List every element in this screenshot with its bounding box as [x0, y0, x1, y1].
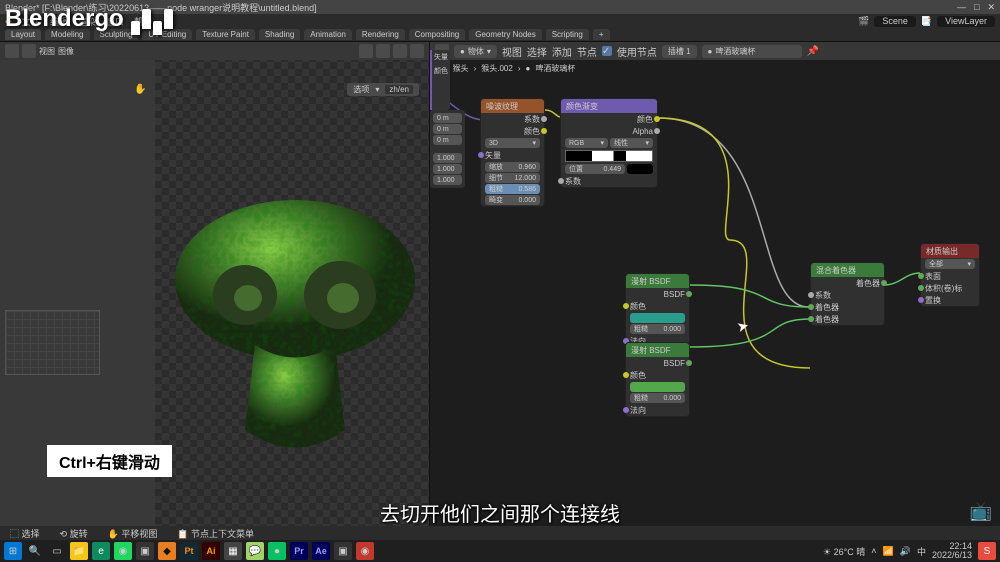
- image-editor-header: 视图 图像: [0, 42, 429, 60]
- diffuse2-color-swatch[interactable]: [630, 382, 685, 392]
- viewlayer-input[interactable]: ViewLayer: [937, 16, 995, 27]
- collapsed-node-panel[interactable]: 矢量 颜色: [430, 50, 450, 110]
- video-subtitle: 去切开他们之间那个连接线: [380, 498, 620, 527]
- terminal-icon[interactable]: ▣: [136, 542, 154, 560]
- tray-sound-icon[interactable]: 🔊: [900, 546, 911, 557]
- minimize-button[interactable]: —: [957, 2, 966, 13]
- material-selector[interactable]: ● 啤酒玻璃杯: [702, 45, 802, 58]
- substance-icon[interactable]: Pt: [180, 542, 198, 560]
- node-material-output[interactable]: 材质输出 全部▾ 表面 体积(卷)标 置换: [920, 243, 980, 307]
- hdr-btn-1[interactable]: [359, 44, 373, 58]
- side-stats-panel: 0 m 0 m 0 m 1.000 1.000 1.000: [430, 110, 465, 188]
- node-diffuse-bsdf-1[interactable]: 漫射 BSDF BSDF 颜色 粗糙0.000 法向: [625, 273, 690, 348]
- start-button[interactable]: ⊞: [4, 542, 22, 560]
- tray-network-icon[interactable]: 📶: [883, 546, 894, 557]
- scene-icon: 🎬: [858, 16, 869, 27]
- windows-taskbar[interactable]: ⊞ 🔍 ▭ 📁 e ◉ ▣ ◆ Pt Ai ▦ 💬 ● Pr Ae ▣ ◉ ☀ …: [0, 540, 1000, 562]
- tab-scripting[interactable]: Scripting: [546, 29, 589, 40]
- use-nodes-label: 使用节点: [617, 44, 657, 59]
- illustrator-icon[interactable]: Ai: [202, 542, 220, 560]
- app-icon-4[interactable]: ◉: [356, 542, 374, 560]
- node-diffuse-bsdf-2[interactable]: 漫射 BSDF BSDF 颜色 粗糙0.000 法向: [625, 342, 690, 417]
- tab-texture[interactable]: Texture Paint: [196, 29, 255, 40]
- bilibili-tv-icon: 📺: [970, 501, 992, 522]
- hdr-btn-3[interactable]: [393, 44, 407, 58]
- object-mode-dropdown[interactable]: ● 物体 ▾: [454, 45, 497, 58]
- hdr-btn-4[interactable]: [410, 44, 424, 58]
- node-mix-shader[interactable]: 混合着色器 着色器 系数 着色器 着色器: [810, 262, 885, 326]
- wechat-icon[interactable]: 💬: [246, 542, 264, 560]
- keyboard-hint-overlay: Ctrl+右键滑动: [47, 445, 172, 477]
- slot-dropdown[interactable]: 插槽 1: [662, 45, 697, 58]
- aftereffects-icon[interactable]: Ae: [312, 542, 330, 560]
- node-menu-node[interactable]: 节点: [577, 44, 597, 59]
- edge-icon[interactable]: e: [92, 542, 110, 560]
- tray-chevron-icon[interactable]: ˄: [871, 546, 876, 556]
- app-icon-2[interactable]: ●: [268, 542, 286, 560]
- tray-ime-icon[interactable]: 中: [917, 545, 926, 558]
- scene-name-input[interactable]: Scene: [874, 16, 916, 27]
- close-button[interactable]: ✕: [987, 2, 995, 13]
- tab-add[interactable]: +: [593, 29, 610, 40]
- app-icon-3[interactable]: ▣: [334, 542, 352, 560]
- tab-geonodes[interactable]: Geometry Nodes: [469, 29, 541, 40]
- img-menu-image[interactable]: 图像: [58, 46, 74, 57]
- pixel-grid: [5, 310, 100, 375]
- tab-animation[interactable]: Animation: [304, 29, 352, 40]
- img-menu-view[interactable]: 视图: [39, 46, 55, 57]
- editor-type-icon[interactable]: [5, 44, 19, 58]
- chrome-icon[interactable]: ◉: [114, 542, 132, 560]
- node-menu-view[interactable]: 视图: [502, 44, 522, 59]
- clock-date[interactable]: 2022/6/13: [932, 551, 972, 560]
- pan-hand-icon[interactable]: ✋: [134, 84, 146, 96]
- pin-icon[interactable]: 📌: [807, 46, 819, 57]
- diffuse1-color-swatch[interactable]: [630, 313, 685, 323]
- hdr-btn-2[interactable]: [376, 44, 390, 58]
- maximize-button[interactable]: □: [974, 2, 979, 13]
- explorer-icon[interactable]: 📁: [70, 542, 88, 560]
- weather-widget[interactable]: ☀ 26°C 晴: [823, 545, 865, 558]
- node-color-ramp[interactable]: 颜色渐变 颜色 Alpha RGB▾ 线性▾ 位置0.449 系数: [560, 98, 658, 188]
- video-watermark: Blendergo: [5, 5, 174, 33]
- mode-dropdown[interactable]: [22, 44, 36, 58]
- status-bar: ⬚ 选择 ⟲ 旋转 ✋ 平移视图 📋 节点上下文菜单: [0, 526, 1000, 540]
- search-icon[interactable]: 🔍: [26, 542, 44, 560]
- options-dropdown[interactable]: 选项▾ zh/en: [347, 83, 419, 96]
- node-breadcrumb: ▣猴头› 猴头.002› ●啤酒玻璃杯: [440, 63, 575, 74]
- blender-icon-task[interactable]: ◆: [158, 542, 176, 560]
- premiere-icon[interactable]: Pr: [290, 542, 308, 560]
- color-ramp-gradient[interactable]: [565, 150, 653, 162]
- node-menu-add[interactable]: 添加: [552, 44, 572, 59]
- taskview-icon[interactable]: ▭: [48, 542, 66, 560]
- node-canvas[interactable]: ▣猴头› 猴头.002› ●啤酒玻璃杯 噪波纹理 系数 颜色 3D▾ 矢量 缩放…: [430, 60, 1000, 540]
- node-menu-select[interactable]: 选择: [527, 44, 547, 59]
- rendered-suzanne-preview: [170, 190, 420, 470]
- use-nodes-checkbox[interactable]: ✓: [602, 46, 612, 56]
- node-noise-texture[interactable]: 噪波纹理 系数 颜色 3D▾ 矢量 缩放0.960 细节12.000 粗糙0.5…: [480, 98, 545, 207]
- tab-compositing[interactable]: Compositing: [409, 29, 465, 40]
- viewlayer-icon: 📑: [921, 16, 932, 27]
- sogou-ime-icon[interactable]: S: [978, 542, 996, 560]
- node-editor-panel: ● 物体 ▾ 视图 选择 添加 节点 ✓ 使用节点 插槽 1 ● 啤酒玻璃杯 📌…: [430, 42, 1000, 540]
- tab-rendering[interactable]: Rendering: [356, 29, 405, 40]
- app-icon-1[interactable]: ▦: [224, 542, 242, 560]
- tab-shading[interactable]: Shading: [259, 29, 300, 40]
- node-editor-header: ● 物体 ▾ 视图 选择 添加 节点 ✓ 使用节点 插槽 1 ● 啤酒玻璃杯 📌: [430, 42, 1000, 60]
